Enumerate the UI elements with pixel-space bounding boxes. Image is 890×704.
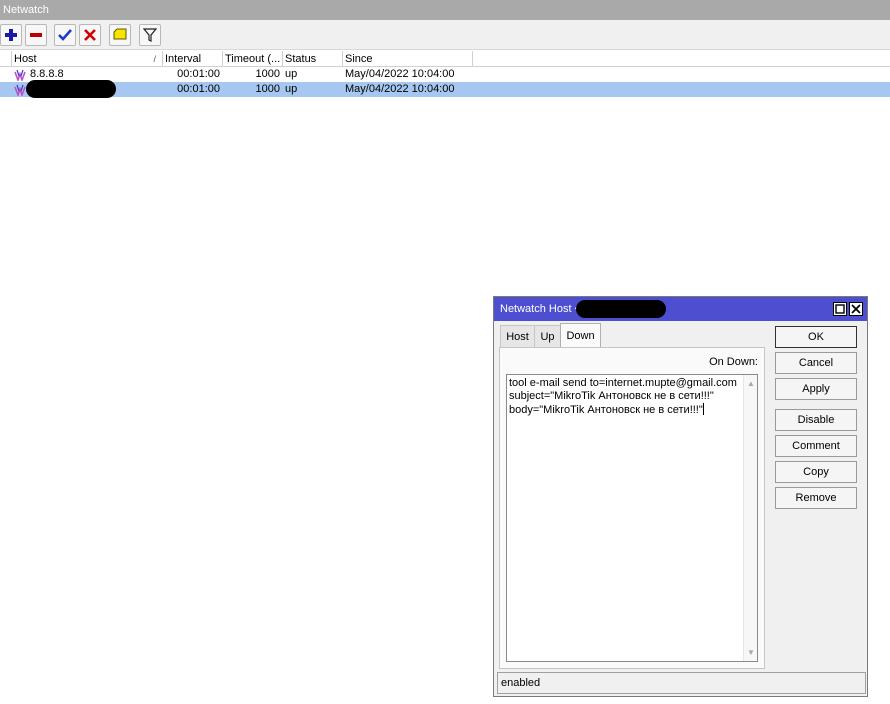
filter-button[interactable]: [139, 24, 161, 46]
down-tab-panel: On Down: tool e-mail send to=internet.mu…: [499, 347, 765, 669]
since-cell: May/04/2022 10:04:00: [345, 68, 455, 80]
add-icon: [5, 29, 17, 41]
close-button[interactable]: [849, 302, 863, 316]
timeout-cell: 1000: [255, 83, 280, 95]
netwatch-table: Host / Interval Timeout (... Status Sinc…: [0, 51, 890, 98]
host-cell: [28, 82, 163, 97]
sort-indicator: /: [153, 54, 156, 64]
dialog-title: Netwatch Host <: [500, 303, 582, 315]
copy-button[interactable]: Copy: [775, 461, 857, 483]
disable-button[interactable]: [79, 24, 101, 46]
netwatch-host-icon: [14, 69, 26, 81]
redacted-title-host: [576, 300, 666, 318]
status-cell: up: [285, 68, 298, 80]
tab-down[interactable]: Down: [560, 323, 601, 347]
filter-icon: [143, 28, 157, 42]
column-header-host[interactable]: Host /: [12, 51, 163, 67]
remove-button[interactable]: Remove: [775, 487, 857, 509]
window-title: Netwatch: [0, 0, 890, 20]
column-header-blank: [0, 51, 12, 67]
disable-button[interactable]: Disable: [775, 409, 857, 431]
interval-cell: 00:01:00: [177, 68, 220, 80]
close-icon: [851, 304, 861, 314]
dialog-titlebar[interactable]: Netwatch Host <: [494, 297, 867, 321]
remove-button[interactable]: [25, 24, 47, 46]
status-text: enabled: [501, 677, 541, 689]
since-cell: May/04/2022 10:04:00: [345, 83, 455, 95]
table-row[interactable]: 8.8.8.8 00:01:00 1000 up May/04/2022 10:…: [0, 67, 890, 82]
comment-icon: [113, 28, 127, 40]
status-bar: enabled: [497, 672, 866, 694]
scroll-down-icon[interactable]: ▼: [747, 646, 755, 659]
column-label: Host: [14, 53, 37, 65]
scroll-up-icon[interactable]: ▲: [747, 377, 755, 390]
remove-icon: [30, 33, 42, 37]
cross-icon: [84, 29, 96, 41]
netwatch-host-dialog: Netwatch Host < Host Up Down On Down: to…: [493, 296, 868, 697]
textarea-scrollbar[interactable]: ▲ ▼: [743, 375, 757, 661]
timeout-cell: 1000: [255, 68, 280, 80]
apply-button[interactable]: Apply: [775, 378, 857, 400]
tab-up[interactable]: Up: [534, 325, 561, 347]
on-down-label: On Down:: [709, 356, 758, 368]
status-cell: up: [285, 83, 298, 95]
maximize-button[interactable]: [833, 302, 847, 316]
netwatch-host-icon: [14, 84, 26, 96]
toolbar: [0, 20, 890, 50]
maximize-icon: [835, 304, 845, 314]
ok-button[interactable]: OK: [775, 326, 857, 348]
tab-host[interactable]: Host: [500, 325, 535, 347]
table-header: Host / Interval Timeout (... Status Sinc…: [0, 51, 890, 67]
column-header-status[interactable]: Status: [283, 51, 343, 67]
text-caret: [702, 403, 704, 415]
enable-button[interactable]: [54, 24, 76, 46]
column-header-interval[interactable]: Interval: [163, 51, 223, 67]
comment-button[interactable]: Comment: [775, 435, 857, 457]
comment-button[interactable]: [109, 24, 131, 46]
table-row[interactable]: 00:01:00 1000 up May/04/2022 10:04:00: [0, 80, 890, 98]
column-header-timeout[interactable]: Timeout (...: [223, 51, 283, 67]
add-button[interactable]: [0, 24, 22, 46]
cancel-button[interactable]: Cancel: [775, 352, 857, 374]
column-header-since[interactable]: Since: [343, 51, 473, 67]
on-down-script-input[interactable]: tool e-mail send to=internet.mupte@gmail…: [506, 374, 758, 662]
interval-cell: 00:01:00: [177, 83, 220, 95]
check-icon: [58, 29, 72, 41]
